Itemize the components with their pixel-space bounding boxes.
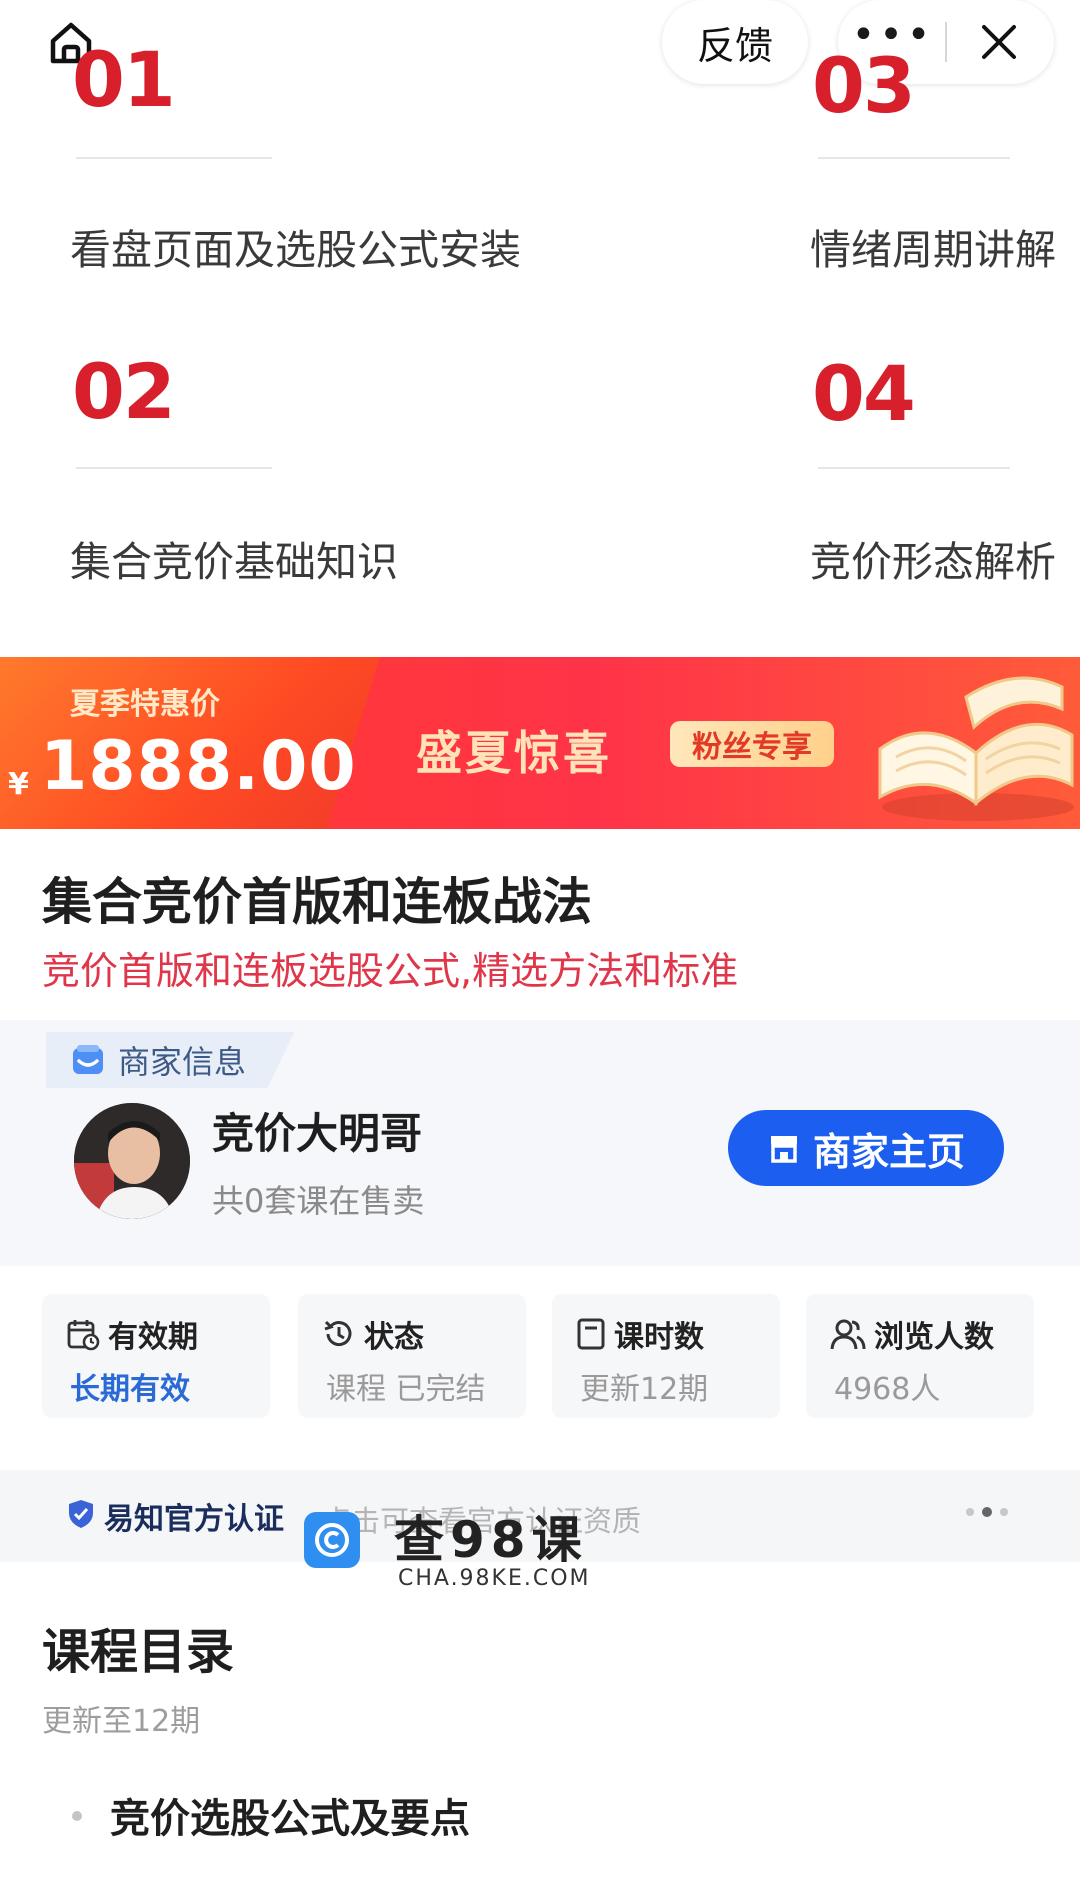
stat-label: 状态 xyxy=(364,1320,424,1355)
watermark-logo xyxy=(304,1512,360,1568)
stat-value: 4968人 xyxy=(834,1372,941,1407)
shield-check-icon xyxy=(69,1500,93,1528)
promo-banner: 夏季特惠价 ¥ 1888.00 盛夏惊喜 粉丝专享 xyxy=(0,657,1080,829)
feedback-button[interactable]: 反馈 xyxy=(662,0,808,84)
chapter-number: 03 xyxy=(812,41,916,130)
shop-icon xyxy=(770,1136,797,1163)
divider xyxy=(818,467,1010,469)
chapter-number: 01 xyxy=(72,35,176,124)
merchant-course-count: 共0套课在售卖 xyxy=(212,1182,425,1220)
merchant-name: 竞价大明哥 xyxy=(212,1109,423,1158)
stat-card-lessons: 课时数 更新12期 xyxy=(552,1294,780,1418)
chapter-number: 02 xyxy=(72,347,176,436)
price: 1888.00 xyxy=(40,727,357,806)
fans-badge: 粉丝专享 xyxy=(670,721,834,767)
stat-label: 有效期 xyxy=(108,1320,198,1355)
list-bullet xyxy=(72,1811,82,1821)
stat-card-status: 状态 课程 已完结 xyxy=(298,1294,526,1418)
divider xyxy=(76,467,272,469)
chapter-number: 04 xyxy=(812,349,916,438)
close-icon xyxy=(982,25,1016,59)
promo-title: 盛夏惊喜 xyxy=(416,726,612,780)
divider xyxy=(818,157,1010,159)
avatar-photo xyxy=(74,1103,190,1219)
catalog-title: 课程目录 xyxy=(42,1624,235,1680)
merchant-home-label: 商家主页 xyxy=(812,1129,965,1174)
chapter-title: 看盘页面及选股公式安装 xyxy=(70,226,521,274)
chapter-title: 集合竞价基础知识 xyxy=(70,538,398,586)
catalog-item[interactable]: 竞价选股公式及要点 xyxy=(110,1786,470,1844)
course-title: 集合竞价首版和连板战法 xyxy=(42,873,592,931)
close-button[interactable] xyxy=(947,23,1051,61)
watermark-text: 查98课 xyxy=(394,1511,588,1569)
chapter-title: 竞价形态解析 xyxy=(810,538,1056,586)
stat-value: 更新12期 xyxy=(580,1372,709,1407)
stat-label: 浏览人数 xyxy=(874,1320,994,1355)
stat-card-validity: 有效期 长期有效 xyxy=(42,1294,270,1418)
open-book-icon xyxy=(878,676,1074,821)
certification-label: 易知官方认证 xyxy=(104,1502,284,1537)
divider xyxy=(76,157,272,159)
currency-symbol: ¥ xyxy=(8,767,29,802)
users-icon xyxy=(830,1319,866,1350)
document-icon xyxy=(577,1318,605,1350)
store-icon xyxy=(73,1045,103,1074)
history-icon xyxy=(324,1320,352,1347)
calendar-icon xyxy=(67,1320,100,1351)
catalog-subtitle: 更新至12期 xyxy=(42,1704,201,1739)
course-subtitle: 竞价首版和连板选股公式,精选方法和标准 xyxy=(42,949,739,993)
stat-value: 长期有效 xyxy=(70,1372,190,1407)
merchant-section-label: 商家信息 xyxy=(118,1043,247,1081)
watermark-logo-icon xyxy=(315,1523,349,1557)
merchant-home-button[interactable]: 商家主页 xyxy=(728,1110,1004,1186)
stat-label: 课时数 xyxy=(614,1320,704,1355)
merchant-avatar[interactable] xyxy=(74,1103,190,1219)
stat-value: 课程 已完结 xyxy=(326,1372,486,1407)
chapter-title: 情绪周期讲解 xyxy=(810,226,1056,274)
watermark-url: CHA.98KE.COM xyxy=(398,1566,591,1591)
price-tag-label: 夏季特惠价 xyxy=(70,687,220,722)
carousel-indicator xyxy=(966,1507,1008,1517)
stat-card-views: 浏览人数 4968人 xyxy=(806,1294,1034,1418)
